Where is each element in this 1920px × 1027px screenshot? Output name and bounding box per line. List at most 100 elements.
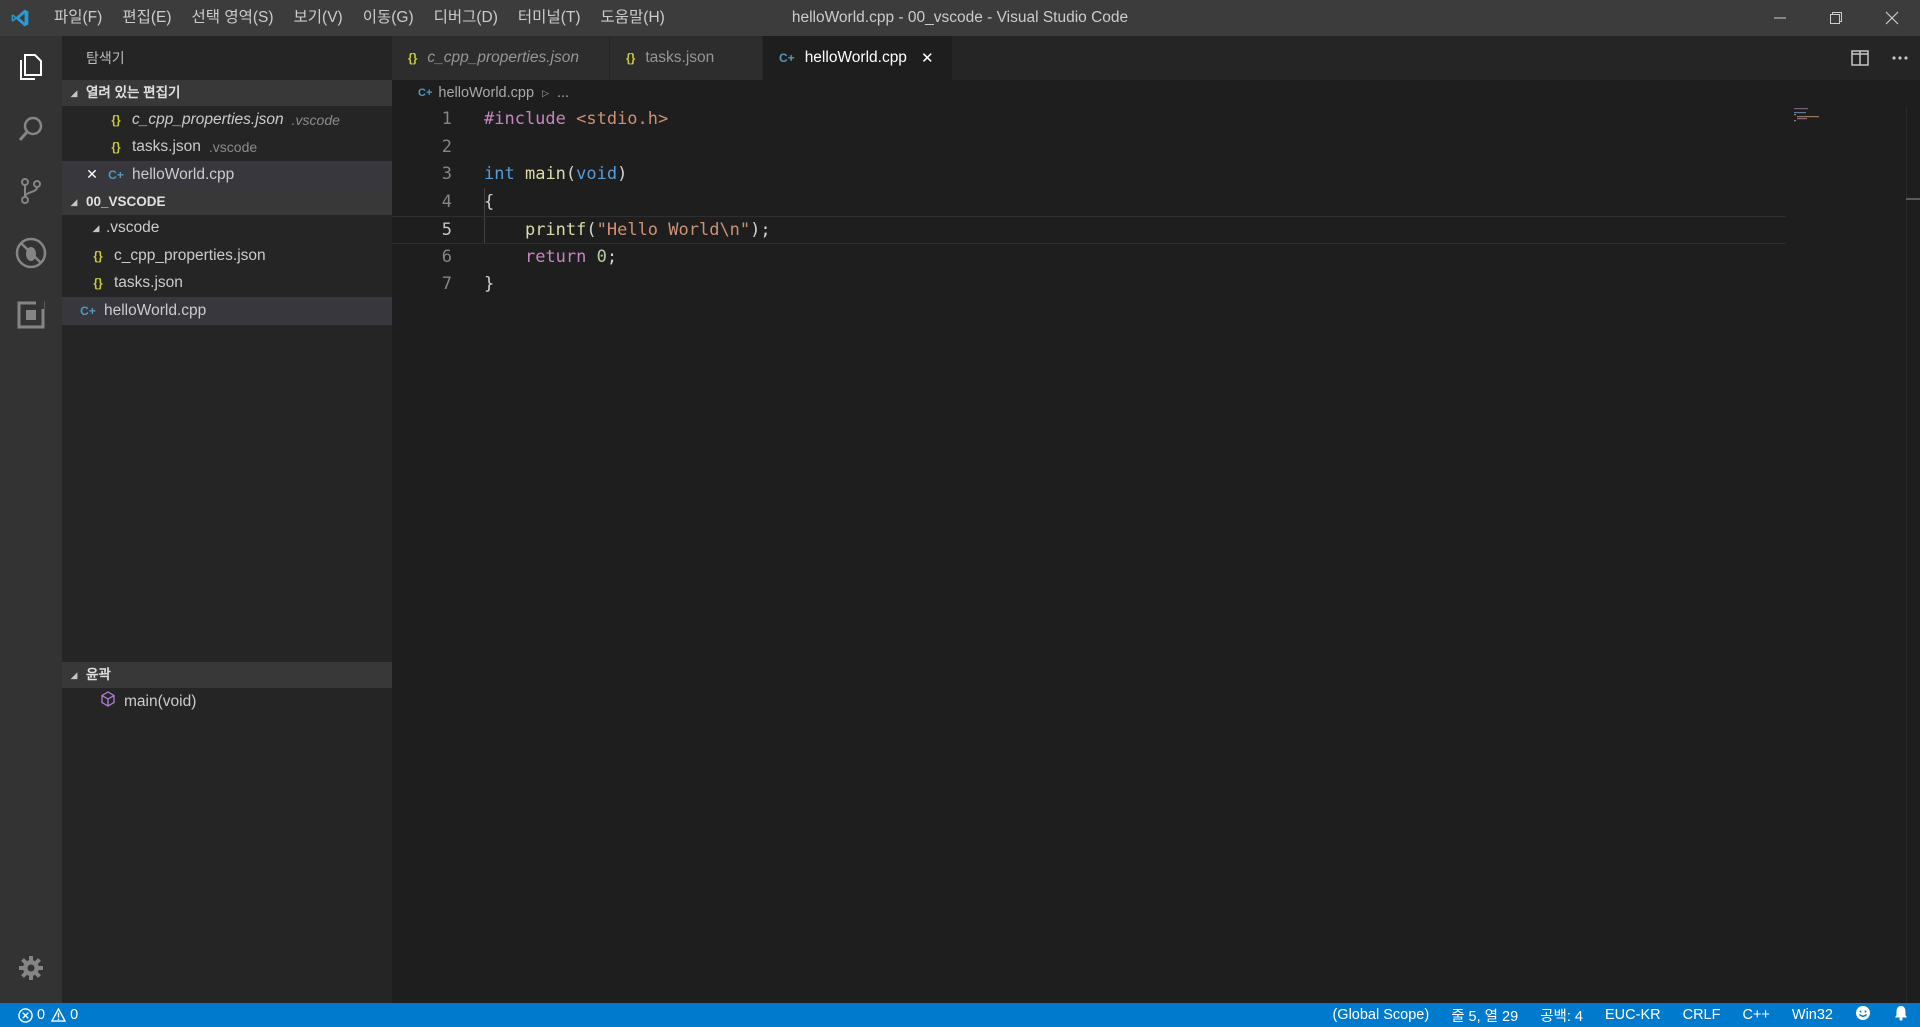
editor-actions xyxy=(1840,36,1920,80)
tree-file-selected[interactable]: C+ helloWorld.cpp xyxy=(62,297,392,325)
close-editor-icon[interactable]: ✕ xyxy=(82,166,102,183)
outline-header[interactable]: ◢ 윤곽 xyxy=(62,662,392,688)
code-line[interactable]: 2 xyxy=(392,134,1786,162)
code-token: int xyxy=(484,164,515,184)
tab-label: tasks.json xyxy=(645,49,715,66)
source-control-icon[interactable] xyxy=(0,160,62,222)
open-editor-item-active[interactable]: ✕ C+ helloWorld.cpp xyxy=(62,161,392,189)
code-text: } xyxy=(484,271,494,299)
code-line[interactable]: 6 return 0; xyxy=(392,244,1786,272)
code-token: #include xyxy=(484,109,577,129)
explorer-sidebar: 탐색기 ◢ 열려 있는 편집기 {} c_cpp_properties.json… xyxy=(62,36,392,1003)
problems-indicator[interactable]: 0 0 xyxy=(0,1007,78,1023)
json-file-icon: {} xyxy=(111,112,121,127)
tree-folder-vscode[interactable]: ◢ .vscode xyxy=(62,215,392,243)
code-token: } xyxy=(484,274,495,294)
outline-label: 윤곽 xyxy=(86,667,111,682)
tree-item-label: c_cpp_properties.json xyxy=(114,246,266,264)
tab-c-cpp-properties[interactable]: {} c_cpp_properties.json xyxy=(392,36,610,80)
tab-tasks-json[interactable]: {} tasks.json xyxy=(610,36,763,80)
error-count: 0 xyxy=(37,1007,46,1023)
open-editors-header[interactable]: ◢ 열려 있는 편집기 xyxy=(62,80,392,106)
menu-edit[interactable]: 편집(E) xyxy=(112,0,181,36)
menu-file[interactable]: 파일(F) xyxy=(44,0,112,36)
language-indicator[interactable]: C++ xyxy=(1731,1007,1780,1023)
code-token: <stdio.h> xyxy=(576,109,669,129)
menu-help[interactable]: 도움말(H) xyxy=(591,0,675,36)
tab-hello-world-cpp[interactable]: C+ helloWorld.cpp ✕ xyxy=(763,36,953,80)
eol-indicator[interactable]: CRLF xyxy=(1672,1007,1732,1023)
feedback-smiley-icon[interactable] xyxy=(1844,1005,1882,1025)
line-number: 6 xyxy=(441,246,452,267)
extensions-icon[interactable] xyxy=(0,284,62,346)
menu-terminal[interactable]: 터미널(T) xyxy=(508,0,591,36)
code-token: main xyxy=(524,164,566,184)
method-cube-icon xyxy=(100,691,116,712)
code-text: #include <stdio.h> xyxy=(484,106,668,134)
cursor-position[interactable]: 줄 5, 열 29 xyxy=(1440,1005,1529,1026)
code-line[interactable]: 1 #include <stdio.h> xyxy=(392,106,1786,134)
outline-item-label: main(void) xyxy=(124,692,197,710)
line-number: 5 xyxy=(441,220,452,240)
search-icon[interactable] xyxy=(0,98,62,160)
code-text: return 0; xyxy=(484,244,617,272)
breadcrumb-file[interactable]: helloWorld.cpp xyxy=(438,85,534,101)
indentation-indicator[interactable]: 공백: 4 xyxy=(1529,1005,1594,1026)
cpp-file-icon: C+ xyxy=(80,303,96,318)
split-editor-icon[interactable] xyxy=(1840,36,1880,80)
tab-label: helloWorld.cpp xyxy=(804,49,907,66)
open-editor-filename: tasks.json xyxy=(132,138,201,156)
vertical-scrollbar[interactable] xyxy=(1906,106,1920,1003)
encoding-indicator[interactable]: EUC-KR xyxy=(1594,1007,1672,1023)
breadcrumb-more[interactable]: ... xyxy=(557,85,569,101)
menu-debug[interactable]: 디버그(D) xyxy=(424,0,508,36)
tree-file[interactable]: {} c_cpp_properties.json xyxy=(62,242,392,270)
folder-header[interactable]: ◢ 00_VSCODE xyxy=(62,188,392,215)
notifications-bell-icon[interactable] xyxy=(1882,1005,1920,1025)
code-line[interactable]: 7} xyxy=(392,271,1786,299)
explorer-icon[interactable] xyxy=(0,36,62,98)
chevron-down-icon: ◢ xyxy=(70,670,78,680)
platform-indicator[interactable]: Win32 xyxy=(1781,1007,1844,1023)
code-token: printf xyxy=(524,220,587,240)
more-actions-icon[interactable] xyxy=(1880,36,1920,80)
menu-selection[interactable]: 선택 영역(S) xyxy=(182,0,284,36)
minimize-button[interactable] xyxy=(1752,0,1808,36)
open-editor-item[interactable]: {} tasks.json .vscode xyxy=(62,134,392,162)
chevron-right-icon: ▷ xyxy=(542,87,549,98)
restore-button[interactable] xyxy=(1808,0,1864,36)
code-token: ); xyxy=(750,220,771,240)
line-number: 2 xyxy=(441,136,452,157)
code-line[interactable]: 4{ xyxy=(392,189,1786,217)
debug-icon[interactable] xyxy=(0,222,62,284)
close-tab-icon[interactable]: ✕ xyxy=(921,49,934,67)
open-editor-folder: .vscode xyxy=(208,139,258,156)
minimap[interactable] xyxy=(1794,108,1834,122)
close-window-button[interactable] xyxy=(1864,0,1920,36)
settings-gear-icon[interactable] xyxy=(0,937,62,999)
warning-icon xyxy=(51,1008,67,1022)
menu-view[interactable]: 보기(V) xyxy=(284,0,353,36)
code-token: { xyxy=(484,191,495,212)
tree-file[interactable]: {} tasks.json xyxy=(62,270,392,298)
cpp-file-icon: C+ xyxy=(779,51,795,65)
open-editor-item[interactable]: {} c_cpp_properties.json .vscode xyxy=(62,106,392,134)
code-editor[interactable]: 1 #include <stdio.h> 2 3 int main(void) 4{5 p… xyxy=(392,106,1920,1003)
vscode-logo-icon xyxy=(0,0,40,36)
tree-item-label: .vscode xyxy=(106,219,160,237)
menu-go[interactable]: 이동(G) xyxy=(353,0,424,36)
json-file-icon: {} xyxy=(93,276,103,291)
breadcrumb: C+ helloWorld.cpp ▷ ... xyxy=(392,80,1920,106)
code-line[interactable]: 5 printf("Hello World\n"); xyxy=(392,216,1786,244)
outline-item[interactable]: main(void) xyxy=(62,688,392,716)
json-file-icon: {} xyxy=(111,140,121,155)
code-line[interactable]: 3 int main(void) xyxy=(392,161,1786,189)
json-file-icon: {} xyxy=(626,51,636,65)
line-number: 1 xyxy=(441,109,452,129)
scope-indicator[interactable]: (Global Scope) xyxy=(1321,1007,1440,1023)
window-controls xyxy=(1752,0,1920,36)
